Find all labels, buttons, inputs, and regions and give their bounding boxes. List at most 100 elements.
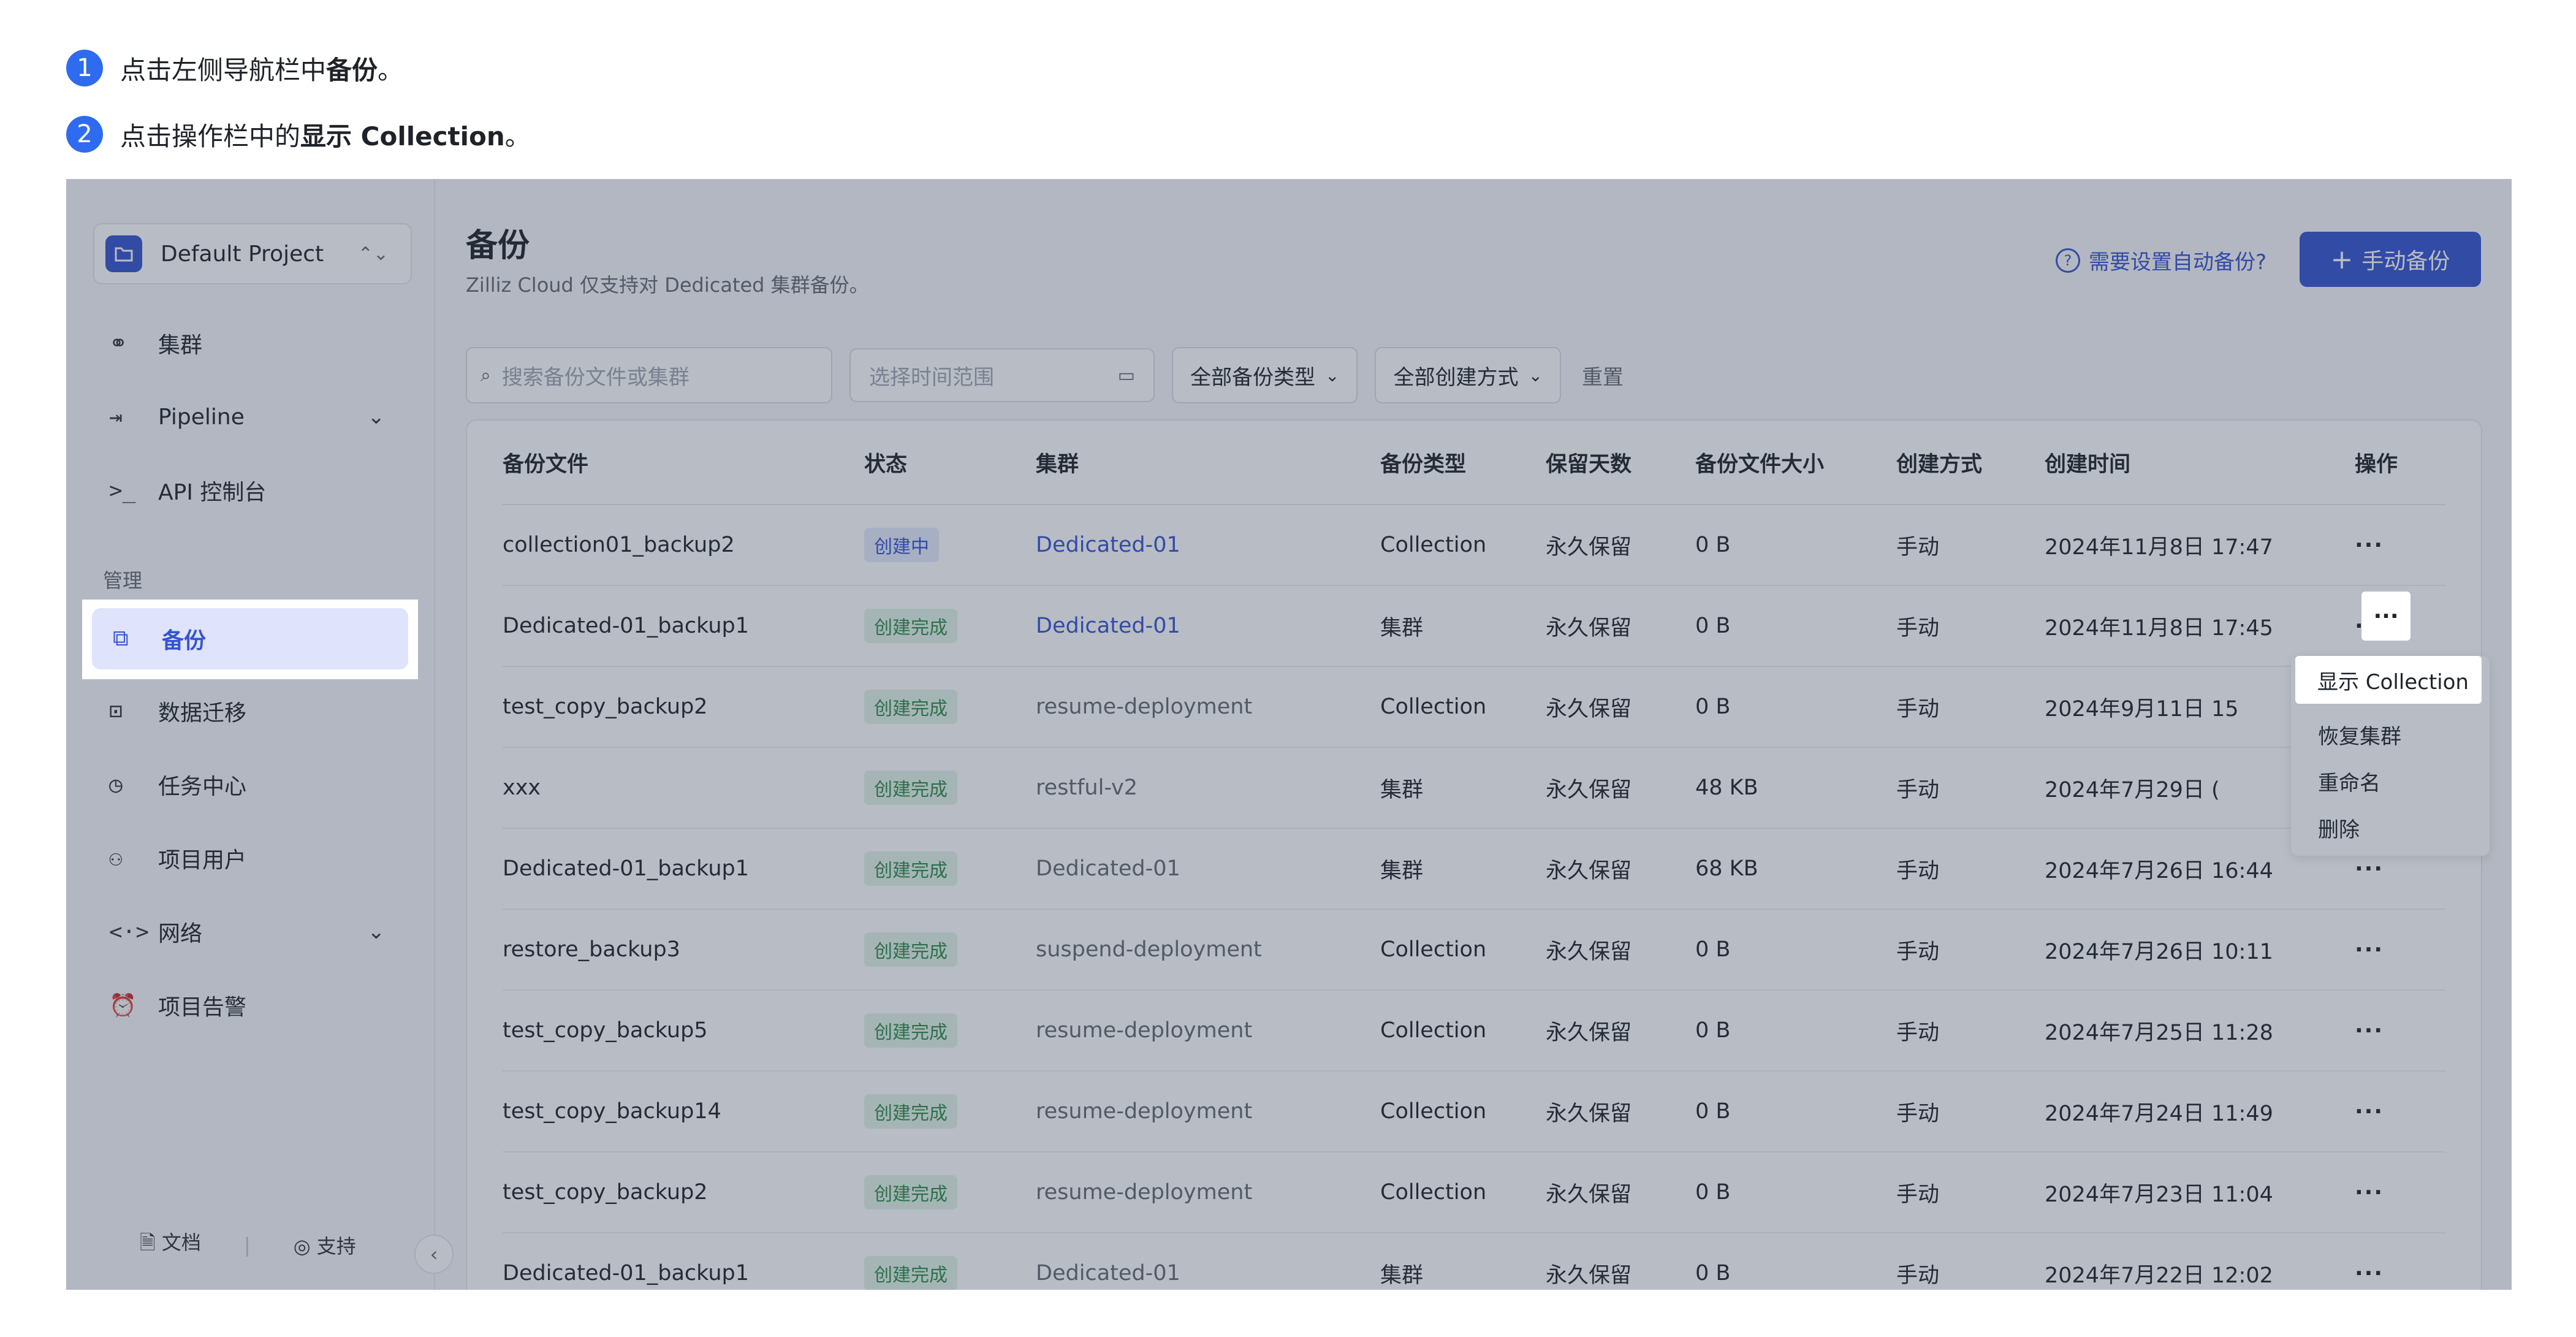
users-icon: ⚇ [109, 845, 123, 871]
cell-status: 创建完成 [864, 585, 1036, 667]
cell-type: 集群 [1380, 747, 1546, 829]
chevron-down-icon: ⌄ [1325, 365, 1340, 386]
search-input[interactable]: ⌕ 搜索备份文件或集群 [466, 347, 832, 403]
menu-item-show-collection-highlight[interactable]: 显示 Collection [2295, 656, 2482, 704]
cluster-link[interactable]: Dedicated-01 [1036, 614, 1180, 638]
chevron-updown-icon: ⌃⌄ [357, 243, 389, 265]
sidebar-item-cluster[interactable]: ⚭ 集群 [91, 313, 409, 374]
sidebar-item-label: 项目告警 [158, 995, 247, 1020]
date-range-input[interactable]: 选择时间范围 ▭ [849, 348, 1155, 402]
cell-cluster: restful-v2 [1036, 747, 1380, 829]
more-actions-button[interactable]: ··· [2355, 856, 2384, 882]
cell-size: 0 B [1695, 1152, 1896, 1233]
cell-size: 0 B [1695, 666, 1896, 748]
filter-bar: ⌕ 搜索备份文件或集群 选择时间范围 ▭ 全部备份类型 ⌄ 全部创建方式 ⌄ 重… [466, 347, 1624, 403]
status-badge: 创建完成 [864, 771, 957, 805]
cell-type: 集群 [1380, 1233, 1546, 1290]
table-row: Dedicated-01_backup1 创建完成 Dedicated-01 集群 永久… [503, 585, 2445, 667]
manual-backup-button[interactable]: + 手动备份 [2300, 232, 2481, 287]
table-row: test_copy_backup2 创建完成 resume-deployment Co… [503, 1152, 2445, 1233]
cell-method: 手动 [1896, 585, 2045, 667]
sidebar-item-task-center[interactable]: ◷ 任务中心 [91, 754, 409, 815]
sidebar-item-backup-highlight[interactable]: ⧉ 备份 [92, 608, 408, 669]
sidebar-item-label: 项目用户 [158, 848, 247, 873]
cell-time: 2024年7月25日 11:28 [2045, 990, 2355, 1072]
status-badge: 创建完成 [864, 1256, 957, 1290]
more-actions-button[interactable]: ··· [2355, 533, 2384, 558]
cell-method: 手动 [1896, 990, 2045, 1072]
sidebar: Default Project ⌃⌄ ⚭ 集群 ⇥ Pipeline ⌄ >_ … [66, 179, 435, 1290]
cell-time: 2024年11月8日 17:45 [2045, 585, 2355, 667]
cluster-link[interactable]: Dedicated-01 [1036, 533, 1180, 557]
more-actions-button[interactable]: ··· [2355, 1099, 2384, 1124]
cell-time: 2024年11月8日 17:47 [2045, 505, 2355, 586]
menu-item-rename[interactable]: 重命名 [2318, 766, 2380, 796]
sidebar-item-api-console[interactable]: >_ API 控制台 [91, 460, 409, 521]
table-row: restore_backup3 创建完成 suspend-deployment Col… [503, 909, 2445, 991]
alarm-icon: ⏰ [109, 993, 137, 1018]
chevron-down-icon: ⌄ [367, 405, 386, 429]
table-row: collection01_backup2 创建中 Dedicated-01 Colle… [503, 505, 2445, 586]
cell-cluster: Dedicated-01 [1036, 1233, 1380, 1290]
project-switcher[interactable]: Default Project ⌃⌄ [93, 223, 412, 284]
cell-type: Collection [1380, 1071, 1546, 1152]
migration-icon: ⊡ [109, 698, 123, 724]
table-row: test_copy_backup14 创建完成 resume-deployment C… [503, 1071, 2445, 1152]
backup-table-card: 备份文件 状态 集群 备份类型 保留天数 备份文件大小 创建方式 创建时间 操作… [466, 419, 2482, 1290]
cluster-link: restful-v2 [1036, 775, 1138, 800]
help-icon: ? [2055, 248, 2080, 273]
chevron-down-icon: ⌄ [1528, 365, 1543, 386]
more-actions-button[interactable]: ··· [2355, 1261, 2384, 1286]
table-row: test_copy_backup5 创建完成 resume-deployment Co… [503, 990, 2445, 1072]
cell-actions: ··· [2355, 909, 2445, 991]
menu-item-delete[interactable]: 删除 [2318, 813, 2360, 843]
folder-icon [105, 235, 142, 272]
more-actions-button[interactable]: ··· [2355, 1180, 2384, 1205]
page-title: 备份 [466, 227, 530, 264]
chevron-down-icon: ⌄ [367, 920, 386, 944]
more-actions-button[interactable]: ··· [2355, 1018, 2384, 1043]
sidebar-item-network[interactable]: <·> 网络 ⌄ [91, 901, 409, 962]
column-header: 创建方式 [1896, 421, 2045, 505]
more-actions-button-highlight[interactable]: ··· [2361, 592, 2411, 641]
cell-actions: ··· [2355, 1071, 2445, 1152]
cell-method: 手动 [1896, 666, 2045, 748]
step-text: 点击左侧导航栏中备份。 [120, 55, 404, 85]
cell-retain: 永久保留 [1546, 666, 1695, 748]
page-subtitle: Zilliz Cloud 仅支持对 Dedicated 集群备份。 [466, 273, 869, 297]
cell-cluster: resume-deployment [1036, 1152, 1380, 1233]
cluster-link: resume-deployment [1036, 695, 1253, 719]
cell-type: Collection [1380, 909, 1546, 991]
cell-status: 创建完成 [864, 666, 1036, 748]
cell-size: 0 B [1695, 1071, 1896, 1152]
backup-type-select[interactable]: 全部备份类型 ⌄ [1172, 347, 1358, 403]
creation-method-select[interactable]: 全部创建方式 ⌄ [1375, 347, 1561, 403]
sidebar-item-migration[interactable]: ⊡ 数据迁移 [91, 680, 409, 742]
cell-retain: 永久保留 [1546, 990, 1695, 1072]
table-row: Dedicated-01_backup1 创建完成 Dedicated-01 集群 永久… [503, 1233, 2445, 1290]
table-header-row: 备份文件 状态 集群 备份类型 保留天数 备份文件大小 创建方式 创建时间 操作 [503, 421, 2445, 505]
more-actions-button[interactable]: ··· [2355, 937, 2384, 962]
status-badge: 创建完成 [864, 932, 957, 967]
support-link[interactable]: ◎ 支持 [294, 1231, 356, 1259]
plus-icon: + [2330, 243, 2354, 275]
sidebar-item-alarm[interactable]: ⏰ 项目告警 [91, 975, 409, 1036]
status-badge: 创建完成 [864, 851, 957, 886]
cell-file: restore_backup3 [503, 909, 864, 991]
cell-retain: 永久保留 [1546, 505, 1695, 586]
docs-link[interactable]: 🗎 文档 [140, 1227, 201, 1262]
reset-button[interactable]: 重置 [1582, 360, 1624, 390]
column-header: 备份类型 [1380, 421, 1546, 505]
sidebar-item-project-users[interactable]: ⚇ 项目用户 [91, 828, 409, 889]
sidebar-item-label: 网络 [158, 921, 203, 947]
menu-item-restore-cluster[interactable]: 恢复集群 [2318, 720, 2401, 750]
cell-retain: 永久保留 [1546, 1152, 1695, 1233]
cell-cluster[interactable]: Dedicated-01 [1036, 585, 1380, 667]
sidebar-item-label: API 控制台 [158, 480, 267, 505]
sidebar-item-pipeline[interactable]: ⇥ Pipeline ⌄ [91, 386, 409, 448]
cell-time: 2024年7月23日 11:04 [2045, 1152, 2355, 1233]
auto-backup-link[interactable]: ? 需要设置自动备份? [2055, 245, 2266, 275]
cell-file: collection01_backup2 [503, 505, 864, 586]
cell-cluster[interactable]: Dedicated-01 [1036, 505, 1380, 586]
step-1: 1 点击左侧导航栏中备份。 [66, 47, 531, 90]
